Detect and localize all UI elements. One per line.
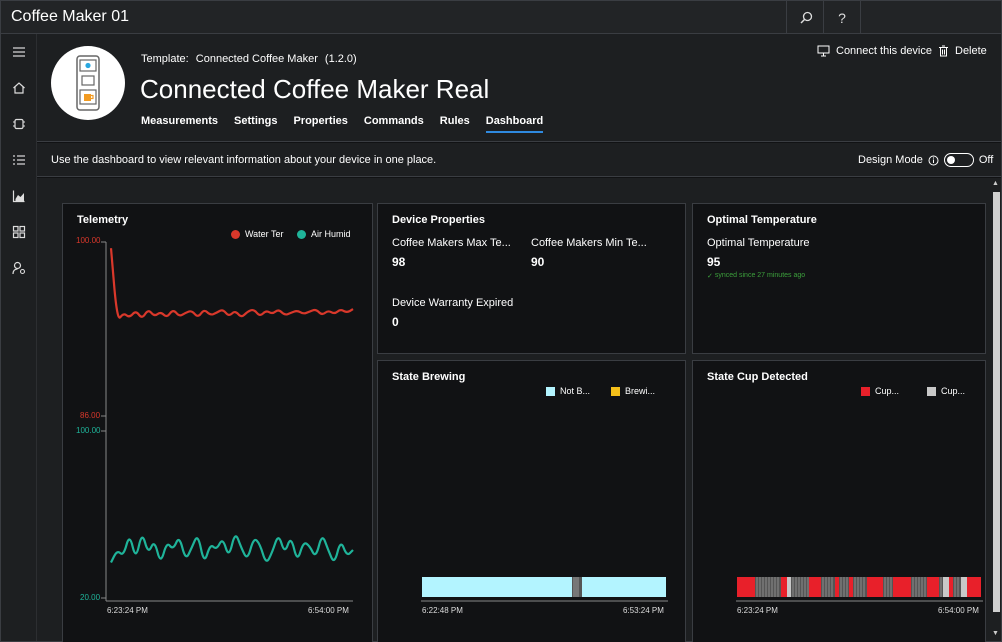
coffee-maker-icon xyxy=(76,55,100,111)
template-info: Template: Connected Coffee Maker (1.2.0) xyxy=(141,53,361,65)
cup-red-band xyxy=(927,577,939,597)
state-cup-chart xyxy=(736,577,983,602)
sync-status-text: synced since 27 minutes ago xyxy=(714,272,806,279)
cup-red-band xyxy=(835,577,839,597)
x-axis-start-label: 6:23:24 PM xyxy=(107,606,148,615)
not-brewing-band xyxy=(422,577,572,597)
connect-device-button[interactable]: Connect this device xyxy=(817,45,932,57)
device-header: Template: Connected Coffee Maker (1.2.0)… xyxy=(37,34,1001,142)
x-axis-start-label: 6:22:48 PM xyxy=(422,606,463,615)
state-brewing-chart xyxy=(421,577,668,602)
optimal-temperature-value: 95 xyxy=(707,255,721,269)
dashboard-scrollbar[interactable]: ▲ ▼ xyxy=(991,178,1001,641)
tab-dashboard[interactable]: Dashboard xyxy=(485,115,544,133)
device-properties-title: Device Properties xyxy=(392,214,485,226)
analytics-icon[interactable] xyxy=(1,180,37,212)
device-icon[interactable] xyxy=(1,108,37,140)
device-properties-tile: Device Properties Coffee Makers Max Te..… xyxy=(377,203,686,354)
warranty-label: Device Warranty Expired xyxy=(392,297,514,309)
telemetry-chart xyxy=(101,241,354,602)
cup-red-band xyxy=(737,577,755,597)
info-bar: Use the dashboard to view relevant infor… xyxy=(37,143,1001,177)
template-name[interactable]: Connected Coffee Maker xyxy=(196,53,318,65)
scroll-up-icon[interactable]: ▲ xyxy=(992,180,999,187)
design-mode-state: Off xyxy=(978,154,994,166)
template-version: (1.2.0) xyxy=(324,53,357,65)
delete-label: Delete xyxy=(955,45,987,57)
search-icon[interactable] xyxy=(788,1,824,34)
cup-grey-band xyxy=(943,577,949,597)
cup-red-band xyxy=(967,577,981,597)
left-nav xyxy=(1,34,37,641)
x-axis-start-label: 6:23:24 PM xyxy=(737,606,778,615)
title-bar: Coffee Maker 01 ? xyxy=(1,1,1001,34)
optimal-temperature-title: Optimal Temperature xyxy=(707,214,817,226)
cup-red-band xyxy=(893,577,911,597)
dashboard-info-text: Use the dashboard to view relevant infor… xyxy=(51,154,437,166)
cup-red-band xyxy=(867,577,883,597)
connect-device-label: Connect this device xyxy=(836,45,932,57)
x-axis-end-label: 6:53:24 PM xyxy=(623,606,664,615)
tab-properties[interactable]: Properties xyxy=(293,115,347,133)
cup-grey-band xyxy=(961,577,967,597)
divider xyxy=(860,1,861,34)
device-image xyxy=(51,46,125,120)
x-axis-end-label: 6:54:00 PM xyxy=(308,606,349,615)
design-mode-toggle[interactable] xyxy=(943,153,974,167)
help-button[interactable]: ? xyxy=(824,1,860,34)
warranty-value: 0 xyxy=(392,315,399,329)
air-humidity-series-line xyxy=(110,535,354,563)
tab-rules[interactable]: Rules xyxy=(440,115,470,133)
trash-icon xyxy=(939,45,948,57)
cup-gap-band xyxy=(953,577,961,597)
cup-red-band xyxy=(849,577,853,597)
min-temp-value: 90 xyxy=(531,255,545,269)
tab-measurements[interactable]: Measurements xyxy=(141,115,218,133)
check-icon: ✓ xyxy=(707,273,713,280)
max-temp-label: Coffee Makers Max Te... xyxy=(392,237,511,249)
cup-red-band xyxy=(809,577,821,597)
admin-icon[interactable] xyxy=(1,252,37,284)
sync-status: ✓ synced since 27 minutes ago xyxy=(707,272,805,280)
tab-commands[interactable]: Commands xyxy=(364,115,424,133)
hamburger-icon[interactable] xyxy=(1,36,37,68)
scroll-down-icon[interactable]: ▼ xyxy=(992,630,999,637)
water-temp-series-line xyxy=(109,248,354,319)
device-title: Connected Coffee Maker Real xyxy=(140,74,490,104)
home-icon[interactable] xyxy=(1,72,37,104)
min-temp-label: Coffee Makers Min Te... xyxy=(531,237,647,249)
cup-grey-band xyxy=(787,577,791,597)
state-cup-detected-tile: State Cup Detected Cup... Cup... 6:23:24… xyxy=(692,360,986,642)
telemetry-tile: Telemetry Water Ter Air Humid 100.00 86.… xyxy=(62,203,373,642)
design-mode-label: Design Mode xyxy=(858,154,923,166)
divider xyxy=(786,1,787,34)
tab-bar: Measurements Settings Properties Command… xyxy=(141,115,544,133)
scroll-thumb[interactable] xyxy=(993,192,1000,612)
cup-gap-band xyxy=(791,577,809,597)
monitor-icon xyxy=(817,45,830,57)
tab-settings[interactable]: Settings xyxy=(234,115,277,133)
optimal-temperature-label: Optimal Temperature xyxy=(707,237,810,249)
app-title: Coffee Maker 01 xyxy=(11,8,129,25)
max-temp-value: 98 xyxy=(392,255,406,269)
x-axis-end-label: 6:54:00 PM xyxy=(938,606,979,615)
design-mode-control: Design Mode Off xyxy=(858,153,993,167)
dashboard-area: Telemetry Water Ter Air Humid 100.00 86.… xyxy=(37,178,991,642)
cup-red-band xyxy=(781,577,787,597)
optimal-temperature-tile: Optimal Temperature Optimal Temperature … xyxy=(692,203,986,354)
grid-icon[interactable] xyxy=(1,216,37,248)
state-brewing-tile: State Brewing Not B... Brewi... 6:22:48 … xyxy=(377,360,686,642)
delete-button[interactable]: Delete xyxy=(938,45,987,57)
not-brewing-band xyxy=(582,577,666,597)
list-icon[interactable] xyxy=(1,144,37,176)
cup-red-band xyxy=(949,577,953,597)
cup-gap-band xyxy=(755,577,781,597)
template-prefix: Template: xyxy=(141,53,189,65)
info-icon[interactable] xyxy=(928,155,939,166)
